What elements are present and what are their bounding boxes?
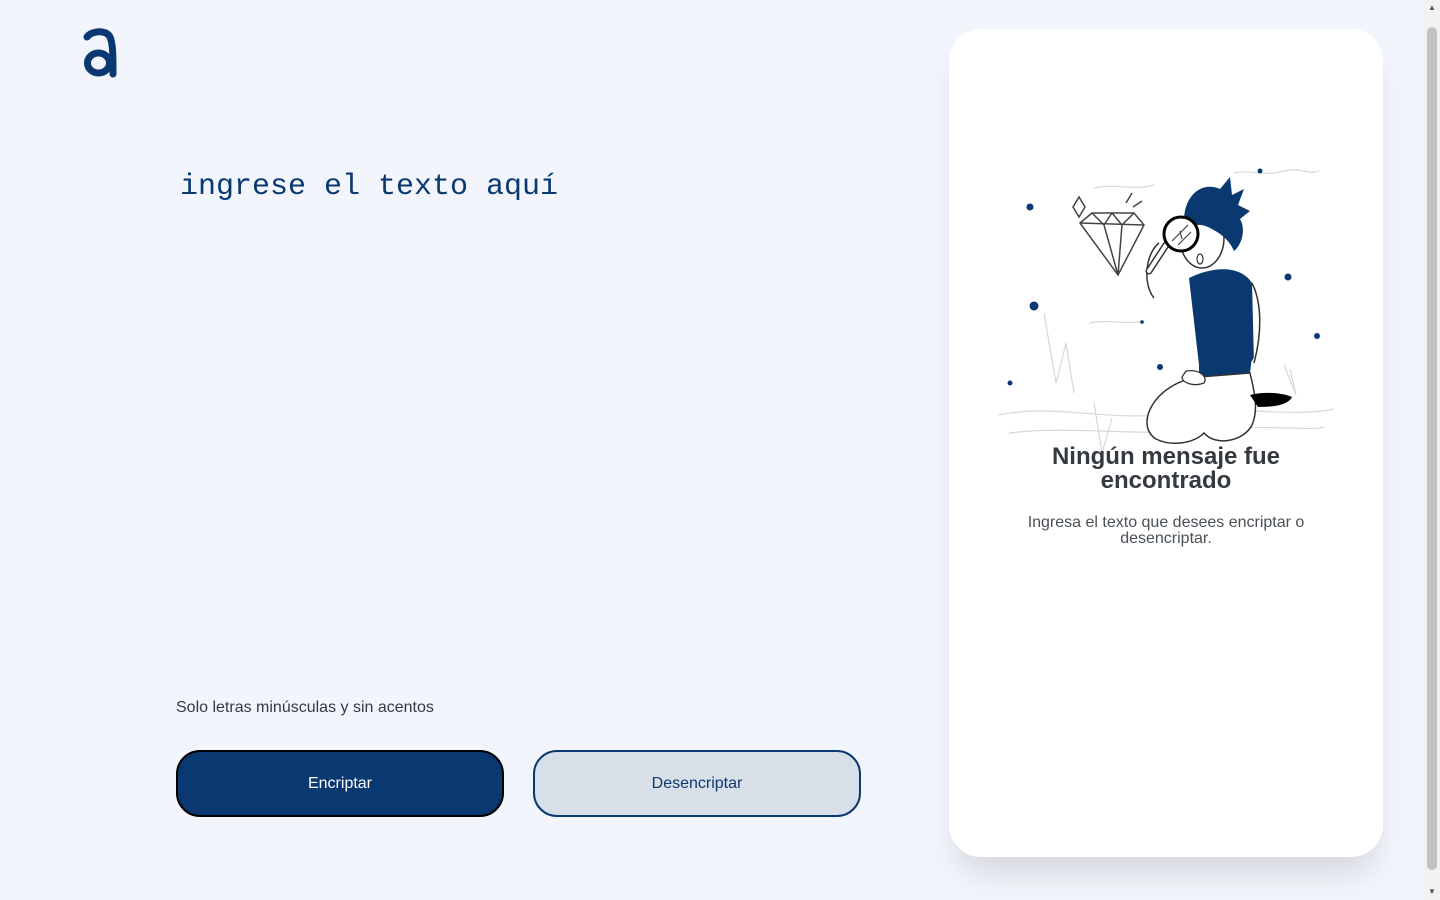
scroll-down-arrow-icon[interactable]: ▼ — [1428, 888, 1436, 896]
text-input[interactable] — [176, 160, 866, 640]
hint-text: Solo letras minúsculas y sin acentos — [176, 699, 434, 716]
logo-a-icon — [83, 28, 117, 78]
output-panel: Ningún mensaje fue encontrado Ingresa el… — [949, 29, 1383, 857]
decrypt-button[interactable]: Desencriptar — [533, 750, 861, 817]
scrollbar[interactable]: ▲ ▼ — [1424, 0, 1440, 900]
scroll-thumb[interactable] — [1427, 27, 1437, 870]
encrypt-button[interactable]: Encriptar — [176, 750, 504, 817]
input-hint: Solo letras minúsculas y sin acentos — [176, 699, 434, 717]
scroll-up-arrow-icon[interactable]: ▲ — [1428, 4, 1436, 12]
person-with-magnifier-illustration — [998, 168, 1335, 453]
panel-title: Ningún mensaje fue encontrado — [1051, 443, 1281, 494]
logo — [80, 28, 120, 80]
panel-subtitle: Ingresa el texto que desees encriptar o … — [1027, 514, 1305, 547]
